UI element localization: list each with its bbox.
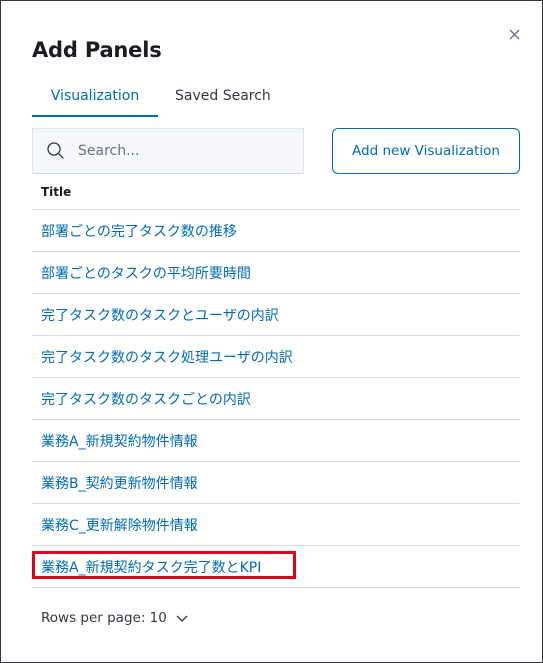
flyout-title: Add Panels bbox=[32, 38, 162, 62]
close-button[interactable] bbox=[505, 25, 525, 45]
visualization-link[interactable]: 業務A_新規契約物件情報 bbox=[41, 431, 198, 451]
visualization-list: 部署ごとの完了タスク数の推移 部署ごとのタスクの平均所要時間 完了タスク数のタス… bbox=[32, 210, 520, 588]
search-icon bbox=[46, 141, 66, 161]
visualization-link[interactable]: 部署ごとの完了タスク数の推移 bbox=[41, 221, 237, 241]
table-row: 業務C_更新解除物件情報 bbox=[32, 504, 520, 546]
close-icon bbox=[505, 25, 525, 45]
table-row: 業務B_契約更新物件情報 bbox=[32, 462, 520, 504]
tab-bar: Visualization Saved Search bbox=[32, 79, 271, 117]
table-row: 業務A_新規契約物件情報 bbox=[32, 420, 520, 462]
table-row: 部署ごとの完了タスク数の推移 bbox=[32, 210, 520, 252]
visualization-link[interactable]: 業務C_更新解除物件情報 bbox=[41, 515, 198, 535]
visualization-link[interactable]: 完了タスク数のタスク処理ユーザの内訳 bbox=[41, 347, 293, 367]
visualization-link[interactable]: 完了タスク数のタスクとユーザの内訳 bbox=[41, 305, 279, 325]
tab-visualization[interactable]: Visualization bbox=[32, 79, 158, 117]
search-box[interactable] bbox=[32, 128, 304, 174]
table-row-highlighted: 業務A_新規契約タスク完了数とKPI bbox=[32, 546, 520, 588]
rows-per-page-label: Rows per page: 10 bbox=[41, 610, 167, 626]
visualization-link[interactable]: 完了タスク数のタスクごとの内訳 bbox=[41, 389, 251, 409]
tab-saved-search[interactable]: Saved Search bbox=[175, 79, 271, 117]
add-new-visualization-button[interactable]: Add new Visualization bbox=[332, 128, 520, 174]
rows-per-page-button[interactable]: Rows per page: 10 bbox=[41, 610, 189, 626]
table-row: 完了タスク数のタスクとユーザの内訳 bbox=[32, 294, 520, 336]
chevron-down-icon bbox=[175, 611, 189, 625]
visualization-link[interactable]: 業務B_契約更新物件情報 bbox=[41, 473, 198, 493]
table-row: 完了タスク数のタスクごとの内訳 bbox=[32, 378, 520, 420]
table-row: 部署ごとのタスクの平均所要時間 bbox=[32, 252, 520, 294]
visualization-link[interactable]: 部署ごとのタスクの平均所要時間 bbox=[41, 263, 251, 283]
table-row: 完了タスク数のタスク処理ユーザの内訳 bbox=[32, 336, 520, 378]
search-input[interactable] bbox=[76, 142, 300, 160]
column-header-title[interactable]: Title bbox=[32, 181, 520, 210]
visualization-link[interactable]: 業務A_新規契約タスク完了数とKPI bbox=[41, 557, 261, 577]
add-panels-flyout: Add Panels Visualization Saved Search Ad… bbox=[0, 0, 543, 663]
